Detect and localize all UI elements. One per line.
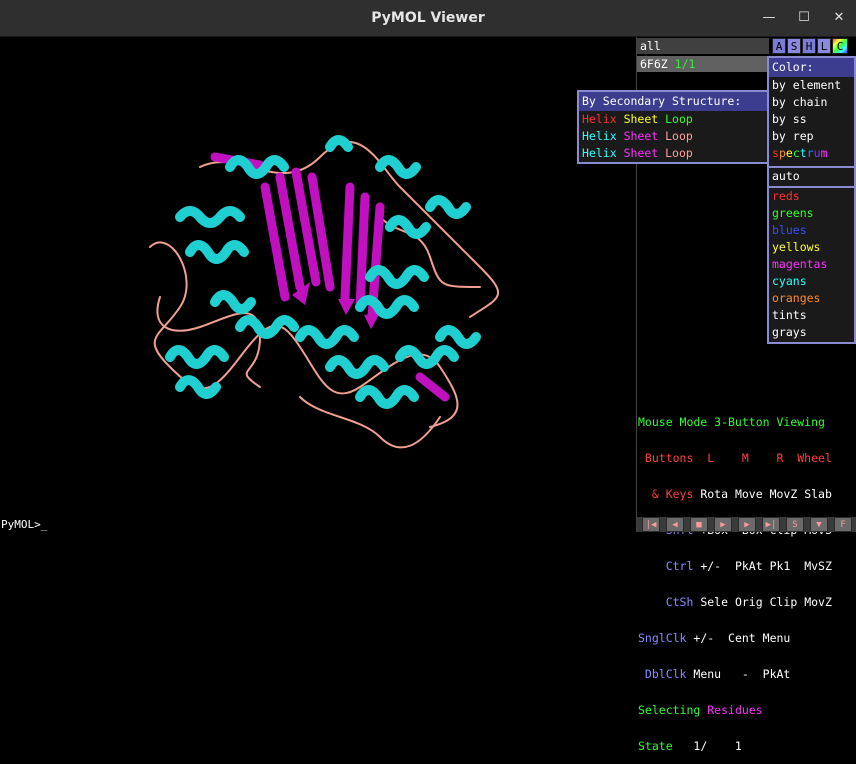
color-button[interactable]: C — [832, 38, 848, 54]
spectrum-label: spectrum — [772, 146, 828, 160]
color-menu-title: Color: — [769, 58, 854, 77]
state-label: State — [638, 739, 673, 753]
cell: PkAt — [721, 559, 763, 573]
mouse-mode-row: & Keys Rota Move MovZ Slab — [638, 488, 856, 500]
stop-icon[interactable]: ■ — [690, 517, 708, 532]
color-group-reds[interactable]: reds — [769, 188, 854, 205]
cell: MvSZ — [790, 559, 832, 573]
color-group-magentas[interactable]: magentas — [769, 256, 854, 273]
cell: Pk1 — [762, 559, 791, 573]
helix-label: Helix — [582, 146, 617, 160]
minimize-button[interactable]: — — [757, 6, 781, 30]
cell: Sele — [693, 595, 729, 609]
selecting-label: Selecting — [638, 703, 701, 717]
color-auto-menu: auto — [767, 166, 856, 188]
row-label: SnglClk — [638, 631, 687, 645]
row-label: CtSh — [638, 595, 694, 609]
cell: +/- — [686, 631, 715, 645]
color-group-blues[interactable]: blues — [769, 222, 854, 239]
selecting-mode[interactable]: Selecting Residues — [638, 704, 856, 716]
ss-option-3[interactable]: Helix Sheet Loop — [579, 145, 769, 162]
end-icon[interactable]: ▶| — [762, 517, 780, 532]
mouse-mode-row: DblClk Menu - PkAt — [638, 668, 856, 680]
dropdown-icon[interactable]: ▼ — [810, 517, 828, 532]
back-icon[interactable]: ◀ — [666, 517, 684, 532]
scene-button[interactable]: S — [786, 517, 804, 532]
cell: Menu — [755, 631, 791, 645]
color-group-tints[interactable]: tints — [769, 307, 854, 324]
color-group-oranges[interactable]: oranges — [769, 290, 854, 307]
row-label: & Keys — [638, 487, 694, 501]
object-name: 6F6Z — [640, 57, 668, 71]
cell: +/- — [693, 559, 722, 573]
sheet-label: Sheet — [623, 129, 659, 143]
mouse-mode-header: Buttons L M R Wheel — [638, 451, 832, 465]
loop-label: Loop — [665, 112, 693, 126]
color-menu: Color: by element by chain by ss by rep … — [767, 56, 856, 168]
color-group-yellows[interactable]: yellows — [769, 239, 854, 256]
cell: PkAt — [748, 667, 791, 681]
action-button[interactable]: A — [772, 38, 786, 54]
ss-option-1[interactable]: Helix Sheet Loop — [579, 111, 769, 128]
color-menu-item-spectrum[interactable]: spectrum — [769, 145, 854, 162]
ss-option-2[interactable]: Helix Sheet Loop — [579, 128, 769, 145]
helix-label: Helix — [582, 129, 617, 143]
cell: Slab — [797, 487, 832, 501]
color-menu-item[interactable]: by element — [769, 77, 854, 94]
forward-icon[interactable]: ▶ — [738, 517, 756, 532]
mouse-mode-row: SnglClk +/- Cent Menu — [638, 632, 856, 644]
row-label: DblClk — [638, 667, 687, 681]
cell: Clip — [762, 595, 798, 609]
color-menu-item[interactable]: by chain — [769, 94, 854, 111]
cell: Cent — [714, 631, 756, 645]
cell: Menu — [686, 667, 722, 681]
hide-button[interactable]: H — [802, 38, 816, 54]
show-button[interactable]: S — [787, 38, 801, 54]
loop-label: Loop — [665, 146, 693, 160]
sheet-label: Sheet — [623, 112, 659, 126]
color-group-grays[interactable]: grays — [769, 324, 854, 341]
color-menu-item[interactable]: by rep — [769, 128, 854, 145]
frame-count: 1/1 — [674, 57, 696, 71]
helix-label: Helix — [582, 112, 617, 126]
play-icon[interactable]: ▶ — [714, 517, 732, 532]
label-button[interactable]: L — [817, 38, 831, 54]
ss-menu-title: By Secondary Structure: — [579, 92, 769, 111]
color-auto-item[interactable]: auto — [769, 168, 854, 185]
rewind-icon[interactable]: |◀ — [642, 517, 660, 532]
color-group-greens[interactable]: greens — [769, 205, 854, 222]
color-groups-menu: reds greens blues yellows magentas cyans… — [767, 186, 856, 344]
selecting-value: Residues — [707, 703, 763, 717]
cell: Move — [728, 487, 763, 501]
object-row-all[interactable]: all — [637, 38, 769, 54]
color-menu-item[interactable]: by ss — [769, 111, 854, 128]
sheet-label: Sheet — [623, 146, 659, 160]
state-indicator: State 1/ 1 — [638, 740, 856, 752]
molecule-viewport[interactable] — [0, 37, 636, 517]
cell: MovZ — [762, 487, 798, 501]
mouse-mode-row: Ctrl +/- PkAt Pk1 MvSZ — [638, 560, 856, 572]
mouse-mode-row: CtSh Sele Orig Clip MovZ — [638, 596, 856, 608]
fullscreen-button[interactable]: F — [834, 517, 852, 532]
loop-label: Loop — [665, 129, 693, 143]
protein-cartoon — [149, 135, 500, 449]
object-row-6f6z[interactable]: 6F6Z 1/1 — [637, 56, 769, 72]
maximize-button[interactable]: ☐ — [792, 6, 816, 30]
command-prompt[interactable]: PyMOL>_ — [0, 517, 637, 532]
ss-color-menu: By Secondary Structure: Helix Sheet Loop… — [577, 90, 771, 164]
object-name: all — [640, 39, 661, 53]
window-title: PyMOL Viewer — [371, 10, 485, 26]
state-value: 1/ 1 — [672, 739, 742, 753]
color-group-cyans[interactable]: cyans — [769, 273, 854, 290]
close-button[interactable]: ✕ — [827, 6, 851, 30]
cell: MovZ — [797, 595, 832, 609]
cell: - — [721, 667, 749, 681]
mouse-mode-panel: Mouse Mode 3-Button Viewing Buttons L M … — [638, 392, 856, 764]
mouse-mode-title: Mouse Mode 3-Button Viewing — [638, 415, 825, 429]
cell: Rota — [693, 487, 729, 501]
cell: Orig — [728, 595, 763, 609]
row-label: Ctrl — [638, 559, 694, 573]
title-bar: PyMOL Viewer — ☐ ✕ — [0, 0, 856, 37]
